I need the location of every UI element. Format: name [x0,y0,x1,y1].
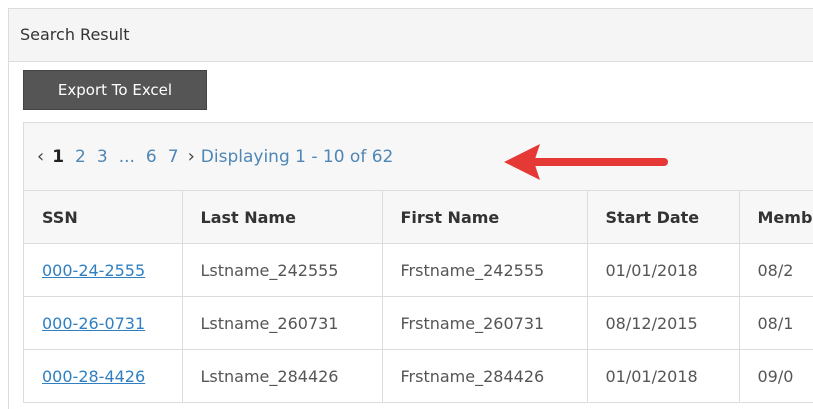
last-name-cell: Lstname_260731 [182,296,383,350]
pager-status: Displaying 1 - 10 of 62 [200,146,394,167]
column-header-first-name[interactable]: First Name [382,191,588,244]
panel-title: Search Result [9,9,813,62]
column-header-member-date[interactable]: Member Date [739,191,813,244]
table-header-row: SSN Last Name First Name Start Date Memb… [24,191,813,244]
column-header-last-name[interactable]: Last Name [182,191,383,244]
table-row: 000-26-0731 Lstname_260731 Frstname_2607… [24,296,813,350]
results-table: SSN Last Name First Name Start Date Memb… [24,191,813,403]
member-date-cell: 08/1 [739,296,813,350]
column-header-ssn[interactable]: SSN [24,191,183,244]
export-to-excel-button[interactable]: Export To Excel [23,70,207,110]
start-date-cell: 08/12/2015 [587,296,740,350]
last-name-cell: Lstname_242555 [182,243,383,297]
table-row: 000-24-2555 Lstname_242555 Frstname_2425… [24,243,813,297]
first-name-cell: Frstname_284426 [382,349,588,403]
next-page-icon[interactable]: › [188,146,195,167]
ssn-link[interactable]: 000-28-4426 [42,367,145,386]
ssn-cell: 000-28-4426 [24,349,183,403]
ssn-link[interactable]: 000-26-0731 [42,314,145,333]
column-header-start-date[interactable]: Start Date [587,191,740,244]
page-link-1[interactable]: 1 [52,147,64,167]
member-date-cell: 08/2 [739,243,813,297]
table-row: 000-28-4426 Lstname_284426 Frstname_2844… [24,349,813,403]
page-ellipsis[interactable]: ... [119,147,135,167]
start-date-cell: 01/01/2018 [587,349,740,403]
first-name-cell: Frstname_242555 [382,243,588,297]
ssn-cell: 000-24-2555 [24,243,183,297]
page-link-6[interactable]: 6 [146,147,157,167]
red-arrow-annotation-icon [504,144,668,180]
ssn-cell: 000-26-0731 [24,296,183,350]
results-grid: ‹ 1 2 3 ... 6 7 › Displaying 1 - 10 of 6… [23,122,813,403]
last-name-cell: Lstname_284426 [182,349,383,403]
page-link-7[interactable]: 7 [168,147,179,167]
prev-page-icon[interactable]: ‹ [37,146,44,167]
page-link-3[interactable]: 3 [97,147,108,167]
first-name-cell: Frstname_260731 [382,296,588,350]
member-date-cell: 09/0 [739,349,813,403]
ssn-link[interactable]: 000-24-2555 [42,261,145,280]
page-link-2[interactable]: 2 [75,147,86,167]
start-date-cell: 01/01/2018 [587,243,740,297]
pager: ‹ 1 2 3 ... 6 7 › Displaying 1 - 10 of 6… [24,123,813,191]
